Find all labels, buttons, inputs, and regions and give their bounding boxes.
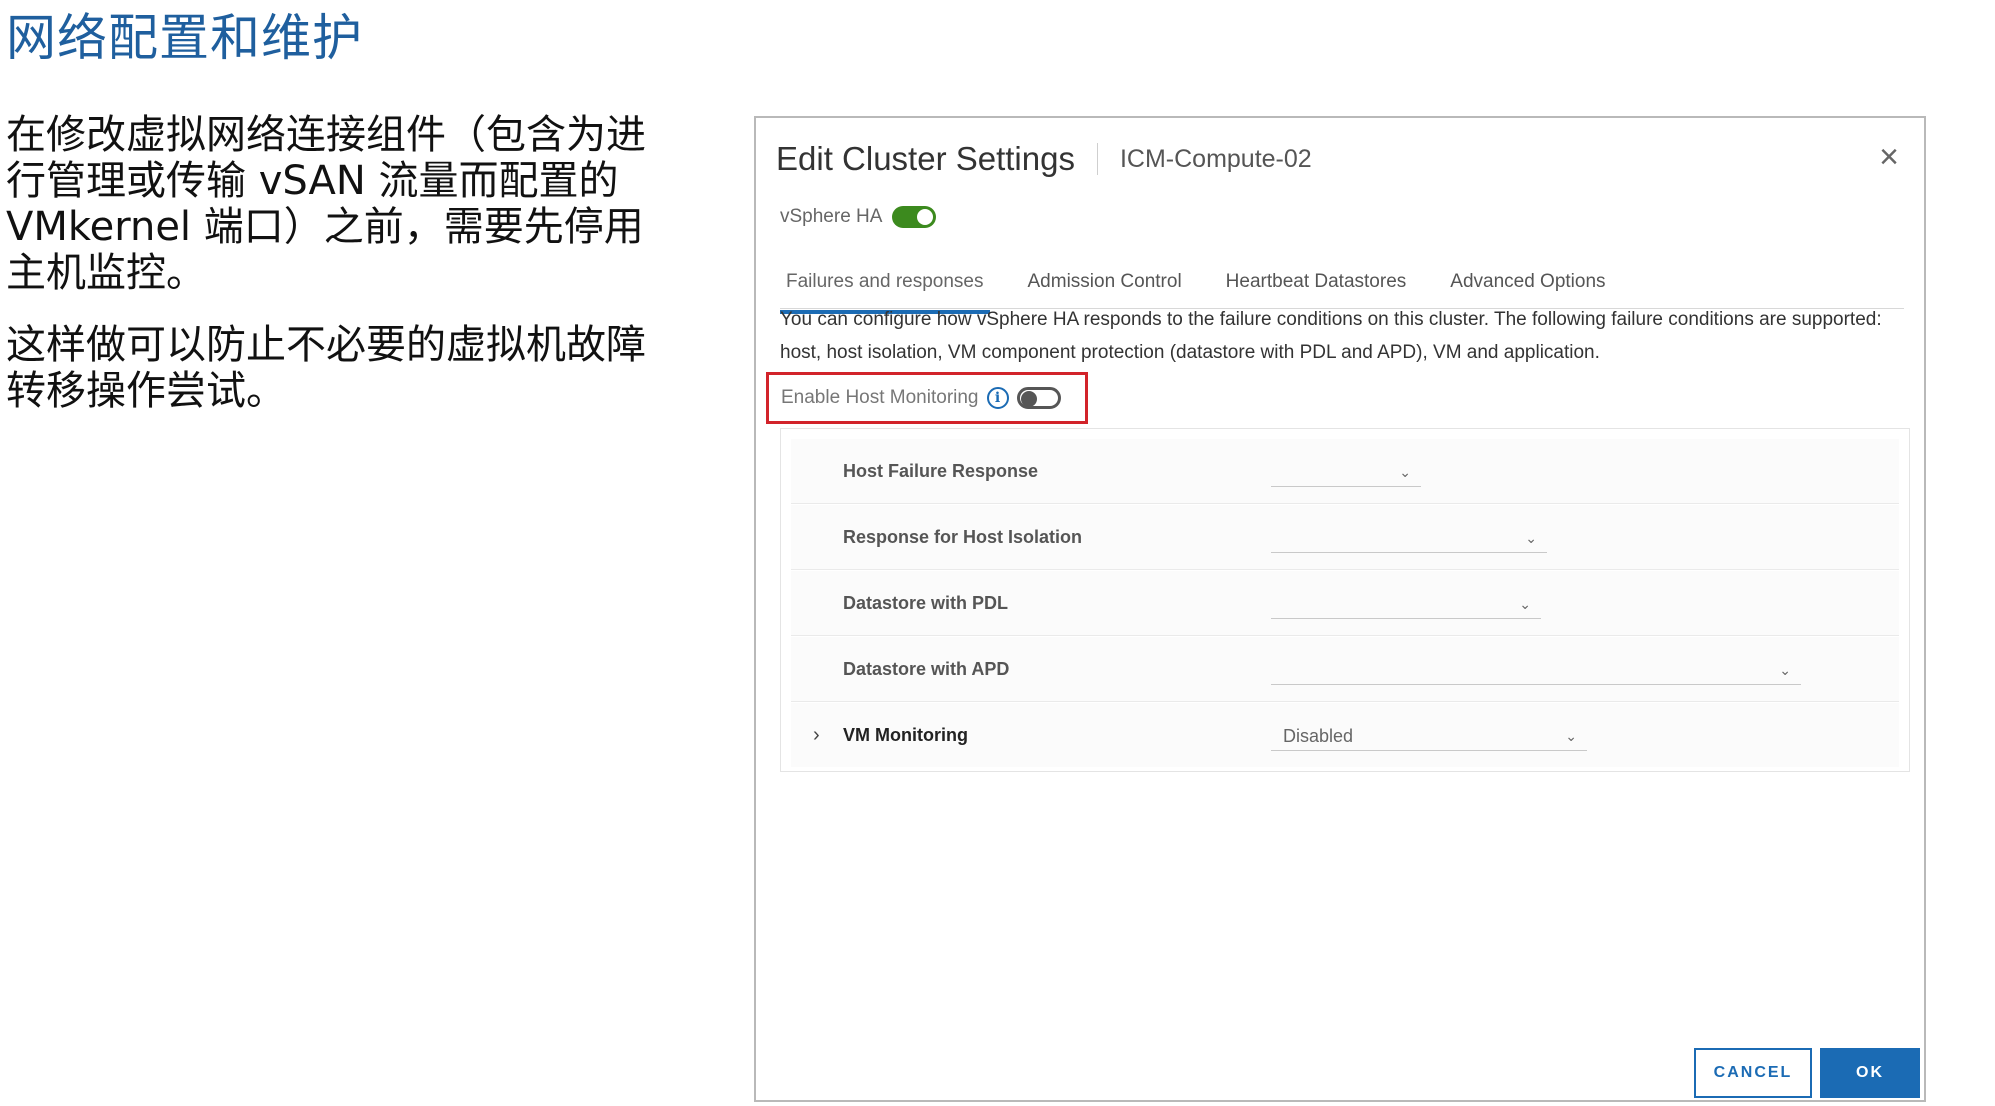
setting-label: Datastore with APD: [843, 659, 1010, 679]
chevron-down-icon: ⌄: [1519, 596, 1531, 612]
vsphere-ha-toggle[interactable]: [892, 206, 937, 228]
info-icon[interactable]: i: [986, 387, 1009, 409]
vm-monitoring-select[interactable]: Disabled ⌄: [1271, 721, 1587, 751]
datastore-pdl-select[interactable]: ⌄: [1271, 589, 1541, 619]
tab-failures-and-responses[interactable]: Failures and responses: [780, 262, 990, 314]
vsphere-ha-row: vSphere HA: [780, 206, 937, 228]
slide-paragraph-1: 在修改虚拟网络连接组件（包含为进行管理或传输 vSAN 流量而配置的 VMker…: [6, 112, 646, 296]
tab-advanced-options[interactable]: Advanced Options: [1444, 262, 1611, 308]
setting-row-vm-monitoring[interactable]: › VM Monitoring Disabled ⌄: [791, 703, 1899, 767]
setting-row-datastore-apd: Datastore with APD ⌄: [791, 637, 1899, 702]
setting-row-datastore-pdl: Datastore with PDL ⌄: [791, 571, 1899, 636]
setting-label: Response for Host Isolation: [843, 527, 1083, 547]
tab-heartbeat-datastores[interactable]: Heartbeat Datastores: [1220, 262, 1413, 308]
setting-label: VM Monitoring: [843, 725, 968, 745]
close-icon[interactable]: ×: [1874, 140, 1904, 174]
chevron-down-icon: ⌄: [1399, 464, 1411, 480]
chevron-down-icon: ⌄: [1525, 530, 1537, 546]
edit-cluster-settings-dialog: Edit Cluster Settings ICM-Compute-02 × v…: [754, 116, 1926, 1102]
setting-label: Host Failure Response: [843, 461, 1039, 481]
vsphere-ha-label: vSphere HA: [780, 206, 883, 227]
dialog-header: Edit Cluster Settings ICM-Compute-02: [776, 134, 1312, 184]
cancel-button[interactable]: CANCEL: [1694, 1048, 1812, 1098]
host-monitoring-label: Enable Host Monitoring: [781, 387, 979, 408]
datastore-apd-select[interactable]: ⌄: [1271, 655, 1801, 685]
tab-bar: Failures and responses Admission Control…: [780, 262, 1904, 314]
host-monitoring-toggle[interactable]: [1016, 387, 1061, 409]
failure-description: You can configure how vSphere HA respond…: [780, 309, 1882, 363]
select-value: Disabled: [1283, 726, 1354, 746]
cluster-name: ICM-Compute-02: [1119, 144, 1312, 173]
setting-label: Datastore with PDL: [843, 593, 1009, 613]
host-monitoring-highlight: Enable Host Monitoring i: [766, 372, 1088, 424]
slide-paragraph-2: 这样做可以防止不必要的虚拟机故障转移操作尝试。: [6, 322, 646, 414]
chevron-right-icon[interactable]: ›: [813, 703, 820, 767]
header-divider: [1096, 143, 1098, 175]
toggle-knob: [917, 209, 934, 225]
chevron-down-icon: ⌄: [1565, 728, 1577, 744]
tab-admission-control[interactable]: Admission Control: [1022, 262, 1188, 308]
failure-settings-panel: Host Failure Response ⌄ Response for Hos…: [780, 428, 1910, 772]
setting-row-host-failure-response: Host Failure Response ⌄: [791, 439, 1899, 504]
chevron-down-icon: ⌄: [1779, 662, 1791, 678]
setting-row-host-isolation: Response for Host Isolation ⌄: [791, 505, 1899, 570]
host-isolation-select[interactable]: ⌄: [1271, 523, 1547, 553]
toggle-knob: [1020, 391, 1037, 407]
slide-title: 网络配置和维护: [6, 9, 363, 67]
host-failure-response-select[interactable]: ⌄: [1271, 457, 1421, 487]
ok-button[interactable]: OK: [1820, 1048, 1920, 1098]
dialog-title: Edit Cluster Settings: [776, 140, 1075, 177]
